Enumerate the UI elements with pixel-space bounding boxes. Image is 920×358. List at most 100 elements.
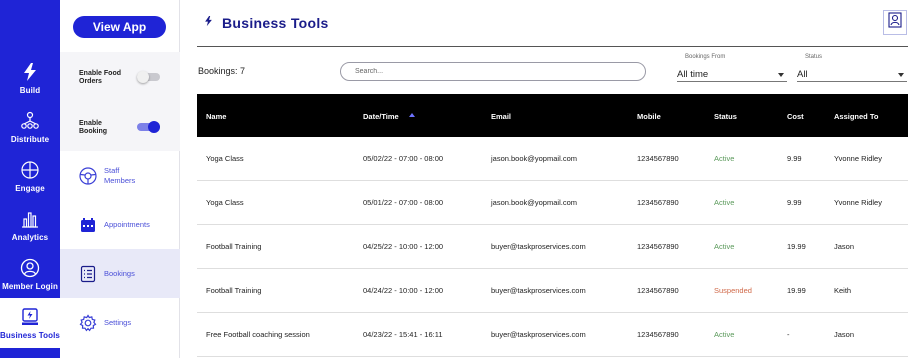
header-divider [197, 46, 908, 47]
cell-assigned-to: Jason [834, 242, 855, 251]
cell-assigned-to: Yvonne Ridley [834, 154, 882, 163]
business-tools-icon [19, 306, 41, 328]
cell-cost: 19.99 [787, 242, 806, 251]
table-row[interactable]: Football Training 04/25/22 - 10:00 - 12:… [197, 225, 908, 269]
booking-toggle[interactable] [137, 121, 160, 133]
cell-name: Free Football coaching session [206, 330, 310, 339]
calendar-icon [78, 215, 98, 235]
column-header-email[interactable]: Email [491, 112, 511, 121]
cell-date-time: 04/24/22 - 10:00 - 12:00 [363, 286, 444, 295]
rail-label: Analytics [11, 232, 49, 242]
cell-name: Yoga Class [206, 154, 244, 163]
sidebar-item-bookings[interactable]: Bookings [60, 249, 180, 298]
toggle-knob [148, 121, 160, 133]
column-header-assigned-to[interactable]: Assigned To [834, 112, 878, 121]
table-row[interactable]: Free Football coaching session 04/23/22 … [197, 313, 908, 357]
lightning-icon [19, 61, 41, 83]
cell-email: buyer@taskproservices.com [491, 286, 586, 295]
cell-status: Active [714, 330, 735, 339]
rail-item-distribute[interactable]: Distribute [0, 102, 60, 151]
rail-item-member-login[interactable]: Member Login [0, 249, 60, 298]
cell-name: Football Training [206, 242, 262, 251]
sidebar-item-settings[interactable]: Settings [60, 298, 180, 347]
cell-name: Football Training [206, 286, 262, 295]
rail-item-business-tools[interactable]: Business Tools [0, 298, 60, 348]
cell-assigned-to: Keith [834, 286, 852, 295]
select-underline [797, 81, 907, 82]
cell-assigned-to: Yvonne Ridley [834, 198, 882, 207]
table-header: Name Date/Time Email Mobile Status Cost … [197, 94, 908, 137]
column-header-cost[interactable]: Cost [787, 112, 804, 121]
cell-email: jason.book@yopmail.com [491, 154, 577, 163]
select-value: All time [677, 69, 709, 80]
gear-icon [78, 313, 98, 333]
sidebar-item-label: Settings [104, 317, 132, 327]
cell-cost: 9.99 [787, 198, 802, 207]
food-orders-setting: Enable Food Orders [60, 52, 180, 101]
table-row[interactable]: Yoga Class 05/02/22 - 07:00 - 08:00 jaso… [197, 137, 908, 181]
cell-cost: 19.99 [787, 286, 806, 295]
rail-item-analytics[interactable]: Analytics [0, 200, 60, 249]
lightning-icon [204, 14, 213, 32]
member-login-icon [19, 257, 41, 279]
view-app-button[interactable]: View App [73, 16, 166, 38]
table-row[interactable]: Football Training 04/24/22 - 10:00 - 12:… [197, 269, 908, 313]
profile-button[interactable] [883, 10, 907, 35]
main-nav-rail: Build Distribute Engage Analytics Member… [0, 0, 60, 358]
cell-date-time: 05/01/22 - 07:00 - 08:00 [363, 198, 444, 207]
toggle-label-line: Enable [79, 120, 102, 127]
rail-label: Distribute [10, 134, 50, 144]
secondary-sidebar: View App Enable Food Orders Enable Booki… [60, 0, 180, 358]
select-underline [677, 81, 787, 82]
cell-name: Yoga Class [206, 198, 244, 207]
bookings-count: Bookings: 7 [198, 66, 246, 76]
cell-date-time: 04/25/22 - 10:00 - 12:00 [363, 242, 444, 251]
page-title: Business Tools [222, 15, 329, 31]
cell-status: Active [714, 198, 735, 207]
engage-icon [19, 159, 41, 181]
rail-item-engage[interactable]: Engage [0, 151, 60, 200]
cell-mobile: 1234567890 [637, 242, 679, 251]
booking-setting: Enable Booking [60, 101, 180, 151]
profile-icon [888, 12, 902, 33]
label-line: Staff [104, 165, 120, 175]
rail-item-build[interactable]: Build [0, 53, 60, 102]
bookings-from-select[interactable]: Bookings From All time [677, 52, 787, 82]
column-header-name[interactable]: Name [206, 112, 226, 121]
toggle-label-line: Orders [79, 78, 102, 85]
food-orders-label: Enable Food Orders [79, 70, 121, 86]
cell-date-time: 04/23/22 - 15:41 - 16:11 [363, 330, 443, 339]
status-select[interactable]: Status All [797, 52, 907, 82]
food-orders-toggle[interactable] [137, 71, 160, 83]
search-input[interactable] [340, 62, 646, 81]
cell-email: jason.book@yopmail.com [491, 198, 577, 207]
cell-email: buyer@taskproservices.com [491, 242, 586, 251]
rail-label: Build [19, 85, 41, 95]
steering-wheel-icon [78, 166, 98, 186]
column-header-date-time[interactable]: Date/Time [363, 112, 399, 121]
sidebar-item-appointments[interactable]: Appointments [60, 200, 180, 249]
distribute-icon [19, 110, 41, 132]
rail-label: Engage [15, 183, 45, 193]
sidebar-item-label: Bookings [104, 268, 135, 278]
select-value: All [797, 69, 808, 80]
toggle-knob [137, 71, 149, 83]
cell-date-time: 05/02/22 - 07:00 - 08:00 [363, 154, 444, 163]
cell-cost: - [787, 330, 790, 339]
cell-status: Active [714, 242, 735, 251]
sidebar-item-label: Appointments [104, 219, 150, 229]
sort-ascending-icon[interactable] [409, 113, 415, 117]
cell-assigned-to: Jason [834, 330, 855, 339]
chevron-down-icon [898, 73, 904, 77]
cell-mobile: 1234567890 [637, 286, 679, 295]
sidebar-item-label: Staff Members [104, 166, 135, 186]
toggle-label-line: Enable Food [79, 70, 121, 77]
chevron-down-icon [778, 73, 784, 77]
sidebar-item-staff-members[interactable]: Staff Members [60, 151, 180, 200]
select-caption: Status [805, 54, 823, 60]
column-header-status[interactable]: Status [714, 112, 737, 121]
rail-label: Member Login [2, 281, 58, 291]
column-header-mobile[interactable]: Mobile [637, 112, 661, 121]
table-row[interactable]: Yoga Class 05/01/22 - 07:00 - 08:00 jaso… [197, 181, 908, 225]
select-caption: Bookings From [685, 54, 726, 60]
